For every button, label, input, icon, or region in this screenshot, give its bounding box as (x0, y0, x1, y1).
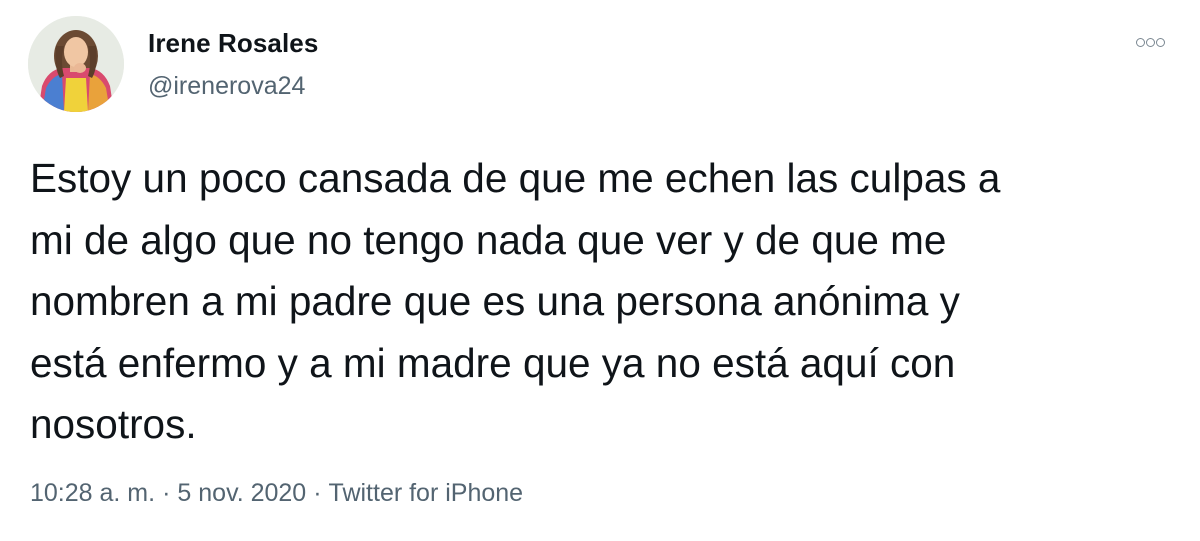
tweet-source-link[interactable]: Twitter for iPhone (329, 479, 524, 507)
tweet-text-line: nombren a mi padre que es una persona an… (30, 278, 960, 324)
author-name[interactable]: Irene Rosales (148, 28, 318, 59)
more-options-button[interactable] (1128, 30, 1172, 54)
tweet-text: Estoy un poco cansada de que me echen la… (30, 148, 1160, 456)
tweet-text-line: está enfermo y a mi madre que ya no está… (30, 339, 956, 386)
tweet-text-line: nosotros. (30, 401, 197, 447)
meta-separator: · (313, 479, 322, 507)
tweet-text-line: mi de algo que no tengo nada que ver y d… (30, 216, 947, 263)
meta-separator: · (162, 479, 171, 507)
author-handle[interactable]: @irenerova24 (148, 72, 305, 101)
more-dot-icon (1135, 37, 1145, 47)
tweet-meta: 10:28 a. m. · 5 nov. 2020 · Twitter for iPho… (30, 479, 523, 508)
more-dot-icon (1145, 37, 1155, 47)
profile-photo-icon (28, 16, 124, 112)
tweet-text-line: Estoy un poco cansada de que me echen la… (30, 155, 1001, 201)
tweet-card: Irene Rosales @irenerova24 Estoy un poco… (0, 0, 1200, 541)
tweet-date[interactable]: 5 nov. 2020 (177, 479, 306, 507)
avatar[interactable] (28, 16, 124, 112)
tweet-time[interactable]: 10:28 a. m. (30, 479, 155, 507)
more-dot-icon (1155, 37, 1165, 47)
